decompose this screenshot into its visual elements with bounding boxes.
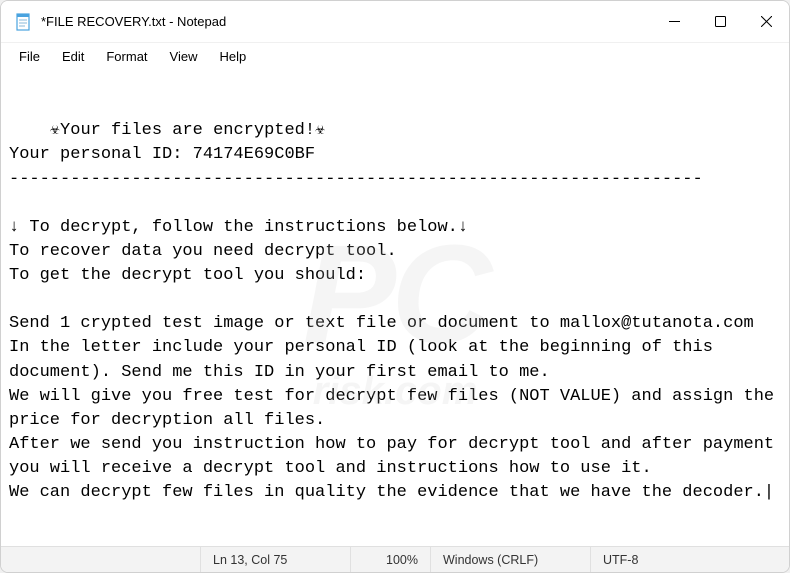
editor-text: ☣Your files are encrypted!☣ Your persona… [9, 121, 784, 502]
menu-help[interactable]: Help [209, 46, 256, 67]
menubar: File Edit Format View Help [1, 43, 789, 69]
window-title: *FILE RECOVERY.txt - Notepad [41, 14, 226, 29]
status-zoom: 100% [351, 547, 431, 572]
titlebar[interactable]: *FILE RECOVERY.txt - Notepad [1, 1, 789, 43]
status-encoding: UTF-8 [591, 547, 789, 572]
status-position: Ln 13, Col 75 [201, 547, 351, 572]
window-controls [651, 1, 789, 42]
close-button[interactable] [743, 1, 789, 42]
status-line-ending: Windows (CRLF) [431, 547, 591, 572]
menu-file[interactable]: File [9, 46, 50, 67]
minimize-button[interactable] [651, 1, 697, 42]
notepad-icon [15, 12, 31, 32]
notepad-window: *FILE RECOVERY.txt - Notepad File Edit F… [0, 0, 790, 573]
menu-format[interactable]: Format [96, 46, 157, 67]
text-editor[interactable]: PC risk.com ☣Your files are encrypted!☣ … [1, 69, 789, 546]
status-blank [1, 547, 201, 572]
maximize-button[interactable] [697, 1, 743, 42]
menu-view[interactable]: View [160, 46, 208, 67]
menu-edit[interactable]: Edit [52, 46, 94, 67]
statusbar: Ln 13, Col 75 100% Windows (CRLF) UTF-8 [1, 546, 789, 572]
